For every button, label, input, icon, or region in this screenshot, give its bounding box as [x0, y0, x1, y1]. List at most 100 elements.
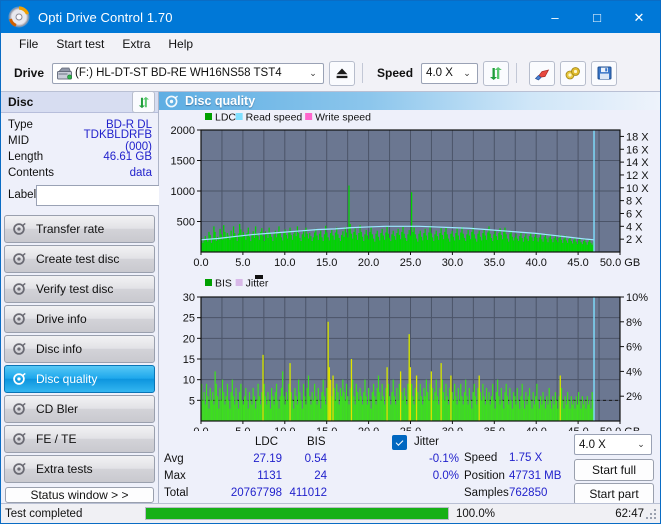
menu-item-start-test[interactable]: Start test	[47, 35, 113, 53]
disc-contents-label: Contents	[8, 167, 55, 179]
elapsed-time: 62:47	[615, 507, 644, 520]
y2-tick-label: 6 X	[626, 208, 643, 220]
jitter-checkbox[interactable]	[392, 435, 407, 450]
stats-bis-total: 411012	[289, 487, 327, 499]
sidebar-item-cd-bler[interactable]: CD Bler	[4, 395, 155, 423]
y2-tick-label: 16 X	[626, 144, 649, 156]
y2-tick-label: 8%	[626, 317, 642, 329]
resize-grip-icon[interactable]	[646, 509, 658, 521]
start-full-button[interactable]: Start full	[574, 459, 654, 481]
sidebar-item-transfer-rate[interactable]: Transfer rate	[4, 215, 155, 243]
start-part-button[interactable]: Start part	[574, 483, 654, 505]
menu-item-extra[interactable]: Extra	[113, 35, 159, 53]
y-tick-label: 15	[183, 354, 195, 366]
status-bar: Test completed 100.0% 62:47	[1, 503, 660, 523]
tools-icon	[565, 66, 580, 79]
stats-col-bis: BIS	[307, 436, 326, 448]
test-speed-select[interactable]: 4.0 X ⌄	[574, 434, 652, 455]
progress-bar	[145, 507, 449, 520]
y-tick-label: 2000	[171, 125, 195, 137]
sidebar-item-extra-tests[interactable]: Extra tests	[4, 455, 155, 483]
progress-percent: 100.0%	[456, 507, 496, 520]
status-window-button[interactable]: Status window > >	[5, 487, 154, 503]
disc-panel-body: Type BD-R DL MID TDKBLDRFB (000) Length …	[1, 113, 247, 211]
stats-panel: LDC BIS Avg Max Total 27.19 1131 2076779…	[159, 431, 660, 505]
erase-button[interactable]	[529, 60, 556, 86]
y2-tick-label: 4 X	[626, 221, 643, 233]
disc-quality-icon	[165, 95, 178, 107]
disc-refresh-button[interactable]	[132, 91, 155, 113]
title-bar: Opti Drive Control 1.70 – □ ✕	[1, 1, 660, 33]
eraser-icon	[534, 68, 549, 80]
samples-label: Samples	[464, 487, 509, 499]
x-tick-label: 15.0	[316, 257, 337, 269]
refresh-button[interactable]	[483, 60, 510, 86]
legend-label: LDC	[215, 112, 236, 124]
close-button[interactable]: ✕	[618, 1, 660, 33]
sidebar-item-label: CD Bler	[36, 402, 79, 416]
legend-label: Read speed	[246, 112, 303, 124]
refresh-icon	[138, 96, 149, 108]
progress-fill	[146, 508, 448, 519]
legend-marker	[255, 275, 263, 279]
disc-create-icon	[12, 252, 27, 266]
disc-contents-value: data	[129, 167, 152, 179]
disc-extra-icon	[12, 462, 27, 476]
menu-item-help[interactable]: Help	[159, 35, 202, 53]
sidebar-item-label: Extra tests	[36, 462, 93, 476]
disc-length-label: Length	[8, 151, 44, 163]
speed-select[interactable]: 4.0 X ⌄	[421, 62, 479, 84]
drive-icon	[57, 67, 73, 80]
disc-bler-icon	[12, 402, 27, 416]
chevron-down-icon[interactable]: ⌄	[633, 439, 649, 450]
y2-tick-label: 4%	[626, 366, 642, 378]
sidebar-item-fe-te[interactable]: FE / TE	[4, 425, 155, 453]
save-button[interactable]	[591, 60, 618, 86]
disc-length-value: 46.61 GB	[103, 151, 152, 163]
drive-select[interactable]: (F:) HL-DT-ST BD-RE WH16NS58 TST4 ⌄	[52, 62, 325, 84]
disc-verify-icon	[12, 282, 27, 296]
y2-tick-label: 8 X	[626, 196, 643, 208]
legend-swatch	[235, 279, 243, 286]
chevron-down-icon[interactable]: ⌄	[459, 68, 475, 79]
sidebar-item-verify-test-disc[interactable]: Verify test disc	[4, 275, 155, 303]
tools-button[interactable]	[560, 60, 587, 86]
speed-value: 4.0 X	[426, 67, 453, 79]
content-pane: Disc quality LDC Read speed Write speed 500…	[159, 92, 660, 505]
sidebar-item-drive-info[interactable]: Drive info	[4, 305, 155, 333]
y-tick-label: 25	[183, 313, 195, 325]
toolbar-separator-2	[516, 63, 518, 83]
sidebar-item-create-test-disc[interactable]: Create test disc	[4, 245, 155, 273]
eject-button[interactable]	[329, 60, 356, 86]
status-text: Test completed	[5, 507, 83, 520]
maximize-button[interactable]: □	[576, 1, 618, 33]
chevron-down-icon[interactable]: ⌄	[305, 68, 321, 79]
disc-rate-icon	[12, 222, 27, 236]
stats-row-max: Max	[164, 470, 186, 482]
disc-type-label: Type	[8, 119, 33, 131]
sidebar-item-disc-quality[interactable]: Disc quality	[4, 365, 155, 393]
speed-label: Speed	[377, 66, 414, 80]
window-controls: – □ ✕	[534, 1, 660, 33]
ldc-chart[interactable]: LDC Read speed Write speed 500 1000 1500 2000 2…	[159, 110, 660, 270]
x-tick-label: 50.0 GB	[600, 257, 640, 269]
disc-row-mid: MID TDKBLDRFB (000)	[8, 129, 152, 153]
bis-chart[interactable]: BISJitter510152025302%4%6%8%10%0.05.010.…	[159, 275, 660, 441]
minimize-button[interactable]: –	[534, 1, 576, 33]
y-tick-label: 5	[189, 395, 195, 407]
position-label: Position	[464, 470, 505, 482]
legend-swatch	[305, 113, 313, 120]
legend-label: BIS	[215, 278, 232, 290]
sidebar-item-disc-info[interactable]: Disc info	[4, 335, 155, 363]
panel-title: Disc quality	[185, 94, 256, 108]
stats-row-total: Total	[164, 487, 189, 499]
disc-panel-title: Disc	[8, 95, 34, 109]
sidebar-item-label: Drive info	[36, 312, 87, 326]
menu-item-file[interactable]: File	[10, 35, 47, 53]
y2-tick-label: 14 X	[626, 157, 649, 169]
nav-list: Transfer rate Create test disc Verify te…	[1, 215, 158, 485]
sidebar-item-label: Create test disc	[36, 252, 120, 266]
disc-mid-label: MID	[8, 135, 30, 147]
x-tick-label: 5.0	[235, 257, 250, 269]
y-tick-label: 500	[177, 217, 195, 229]
